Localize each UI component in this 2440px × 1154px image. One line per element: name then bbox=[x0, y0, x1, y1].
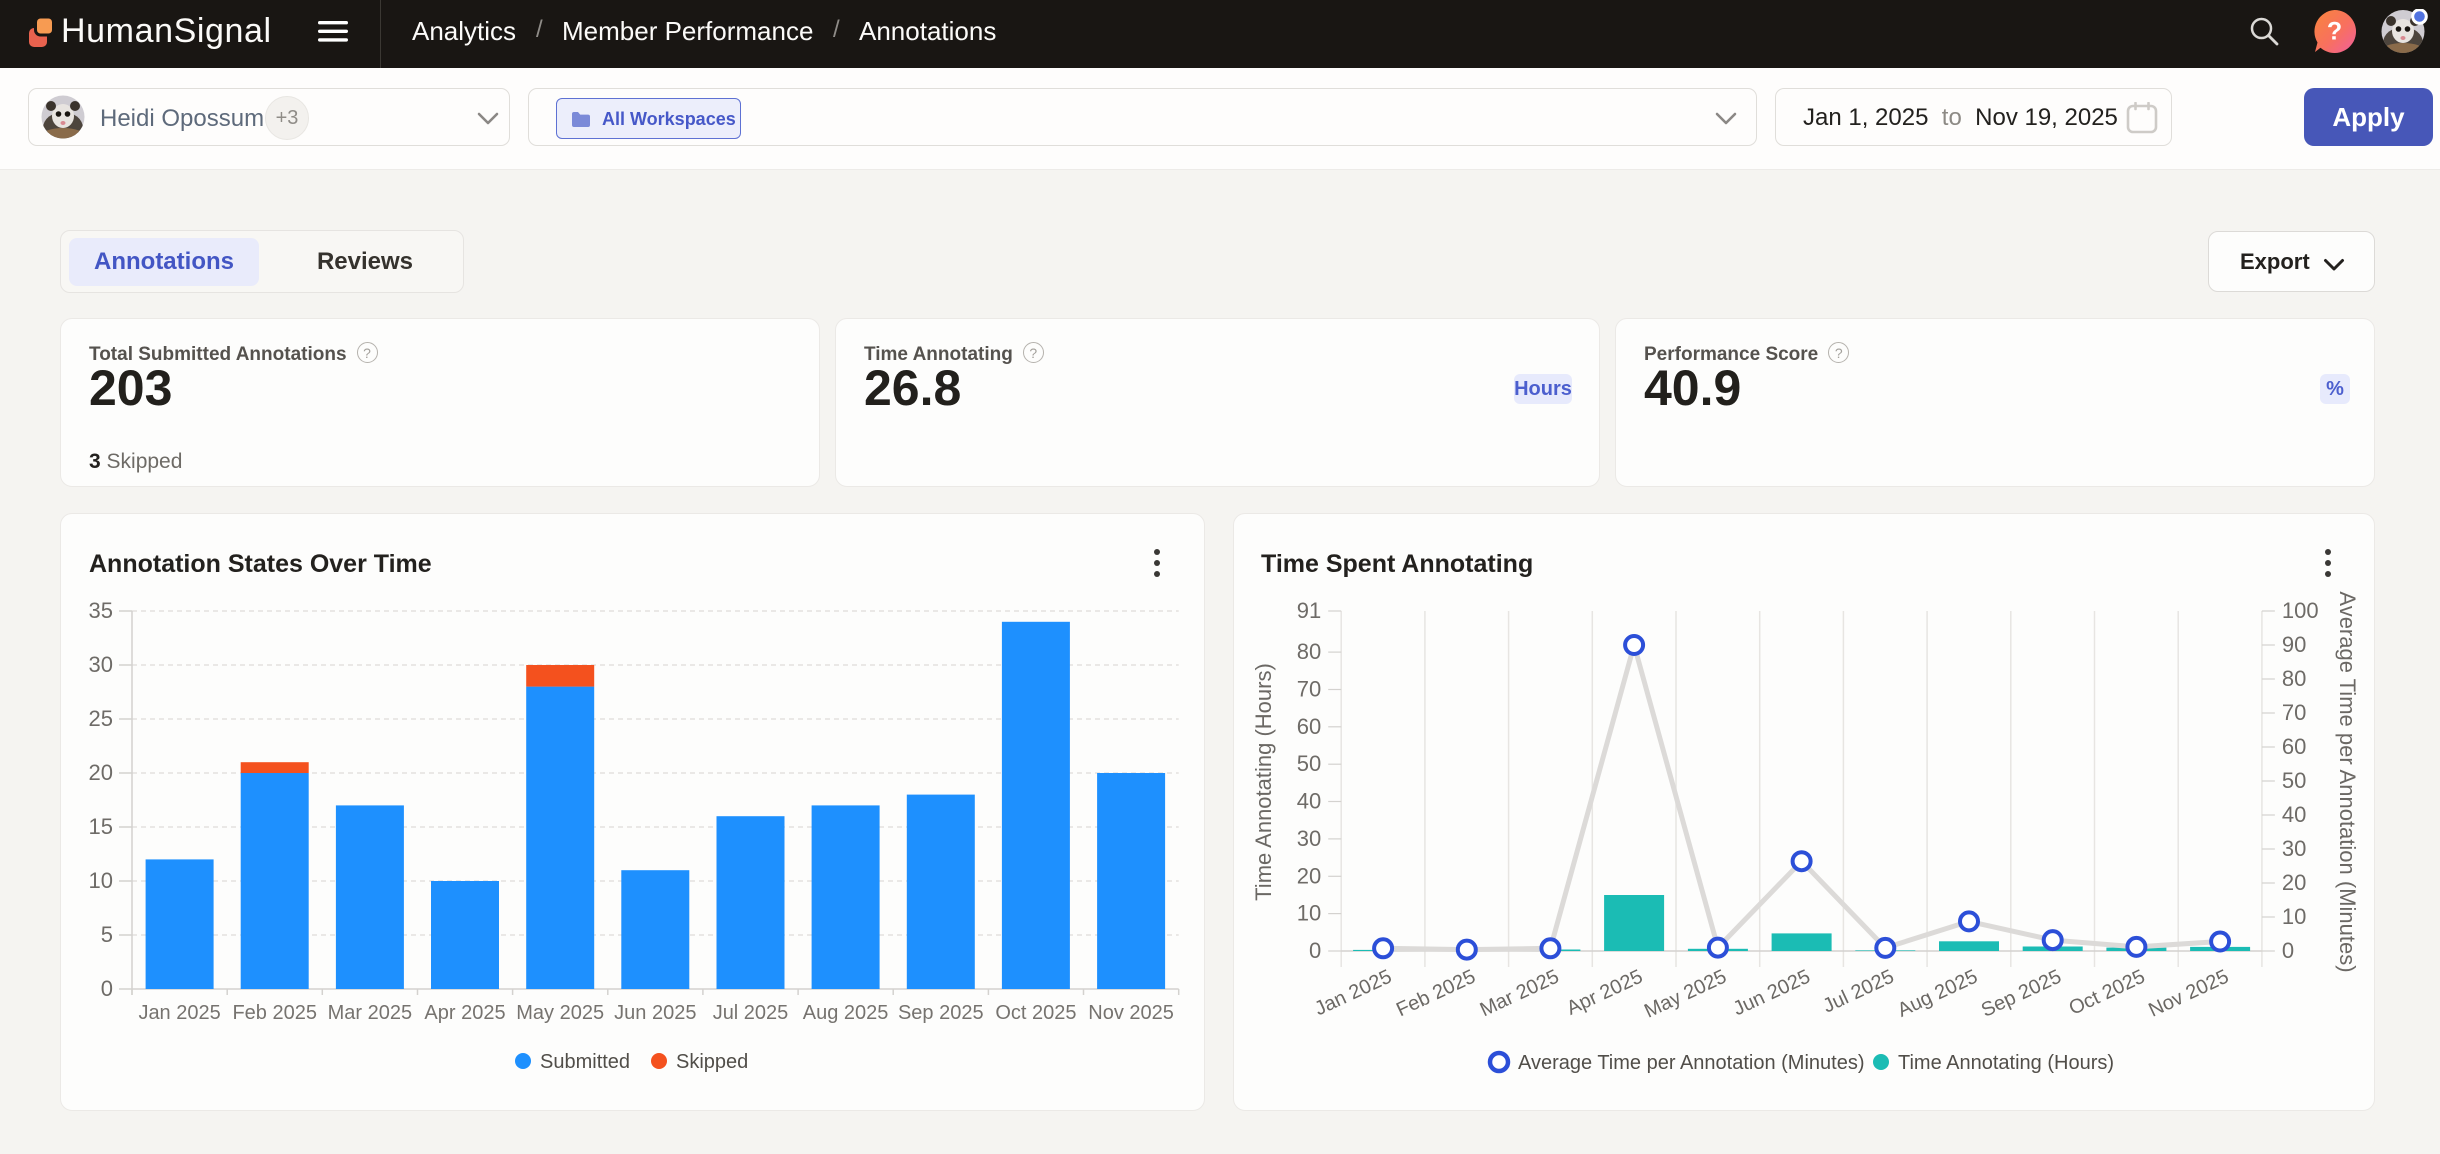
svg-text:Jul 2025: Jul 2025 bbox=[1820, 966, 1898, 1018]
svg-text:35: 35 bbox=[89, 598, 113, 623]
svg-text:20: 20 bbox=[1297, 863, 1321, 888]
svg-text:Average Time per Annotation (M: Average Time per Annotation (Minutes) bbox=[1518, 1052, 1864, 1074]
svg-text:50: 50 bbox=[1297, 751, 1321, 776]
svg-text:Feb 2025: Feb 2025 bbox=[232, 1002, 317, 1024]
svg-text:?: ? bbox=[2327, 18, 2342, 46]
svg-text:Apr 2025: Apr 2025 bbox=[1563, 966, 1646, 1020]
svg-text:Time Annotating (Hours): Time Annotating (Hours) bbox=[1898, 1052, 2114, 1074]
svg-text:60: 60 bbox=[1297, 714, 1321, 739]
svg-text:Jun 2025: Jun 2025 bbox=[1730, 966, 1814, 1021]
svg-text:30: 30 bbox=[89, 652, 113, 677]
svg-text:70: 70 bbox=[2282, 700, 2306, 725]
svg-text:Jun 2025: Jun 2025 bbox=[614, 1002, 696, 1024]
svg-text:10: 10 bbox=[2282, 904, 2306, 929]
svg-text:91: 91 bbox=[1297, 598, 1321, 623]
svg-text:Time Annotating (Hours): Time Annotating (Hours) bbox=[1251, 663, 1276, 901]
svg-text:5: 5 bbox=[101, 922, 113, 947]
svg-text:Mar 2025: Mar 2025 bbox=[328, 1002, 413, 1024]
svg-text:0: 0 bbox=[2282, 938, 2294, 963]
svg-text:80: 80 bbox=[2282, 666, 2306, 691]
svg-text:Aug 2025: Aug 2025 bbox=[1894, 966, 1981, 1022]
svg-text:May 2025: May 2025 bbox=[1641, 966, 1730, 1023]
svg-text:Nov 2025: Nov 2025 bbox=[2145, 966, 2232, 1022]
svg-text:Skipped: Skipped bbox=[676, 1051, 748, 1073]
svg-text:Feb 2025: Feb 2025 bbox=[1393, 966, 1479, 1022]
svg-text:15: 15 bbox=[89, 814, 113, 839]
svg-text:25: 25 bbox=[89, 706, 113, 731]
svg-text:30: 30 bbox=[2282, 836, 2306, 861]
svg-text:10: 10 bbox=[1297, 901, 1321, 926]
svg-text:Aug 2025: Aug 2025 bbox=[803, 1002, 889, 1024]
svg-text:Mar 2025: Mar 2025 bbox=[1477, 966, 1563, 1022]
svg-text:Submitted: Submitted bbox=[540, 1051, 630, 1073]
svg-text:Sep 2025: Sep 2025 bbox=[1978, 966, 2065, 1022]
svg-text:50: 50 bbox=[2282, 768, 2306, 793]
svg-text:Jan 2025: Jan 2025 bbox=[1311, 966, 1395, 1021]
svg-text:10: 10 bbox=[89, 868, 113, 893]
svg-text:May 2025: May 2025 bbox=[516, 1002, 604, 1024]
svg-text:70: 70 bbox=[1297, 677, 1321, 702]
svg-text:40: 40 bbox=[1297, 789, 1321, 814]
svg-text:Jul 2025: Jul 2025 bbox=[713, 1002, 789, 1024]
svg-text:Nov 2025: Nov 2025 bbox=[1088, 1002, 1174, 1024]
svg-text:Oct 2025: Oct 2025 bbox=[995, 1002, 1076, 1024]
svg-text:Oct 2025: Oct 2025 bbox=[2066, 966, 2149, 1020]
svg-text:Annotation States Over Time: Annotation States Over Time bbox=[89, 550, 432, 578]
svg-text:Time Spent Annotating: Time Spent Annotating bbox=[1261, 550, 1533, 578]
svg-text:100: 100 bbox=[2282, 598, 2319, 623]
svg-text:Average Time per Annotation (M: Average Time per Annotation (Minutes) bbox=[2335, 591, 2360, 972]
svg-text:Sep 2025: Sep 2025 bbox=[898, 1002, 984, 1024]
svg-text:30: 30 bbox=[1297, 826, 1321, 851]
svg-text:0: 0 bbox=[101, 976, 113, 1001]
svg-text:90: 90 bbox=[2282, 632, 2306, 657]
svg-text:Apr 2025: Apr 2025 bbox=[424, 1002, 505, 1024]
svg-text:60: 60 bbox=[2282, 734, 2306, 759]
svg-text:80: 80 bbox=[1297, 639, 1321, 664]
svg-text:0: 0 bbox=[1309, 938, 1321, 963]
svg-text:40: 40 bbox=[2282, 802, 2306, 827]
svg-text:20: 20 bbox=[89, 760, 113, 785]
svg-text:20: 20 bbox=[2282, 870, 2306, 895]
svg-text:Jan 2025: Jan 2025 bbox=[138, 1002, 220, 1024]
